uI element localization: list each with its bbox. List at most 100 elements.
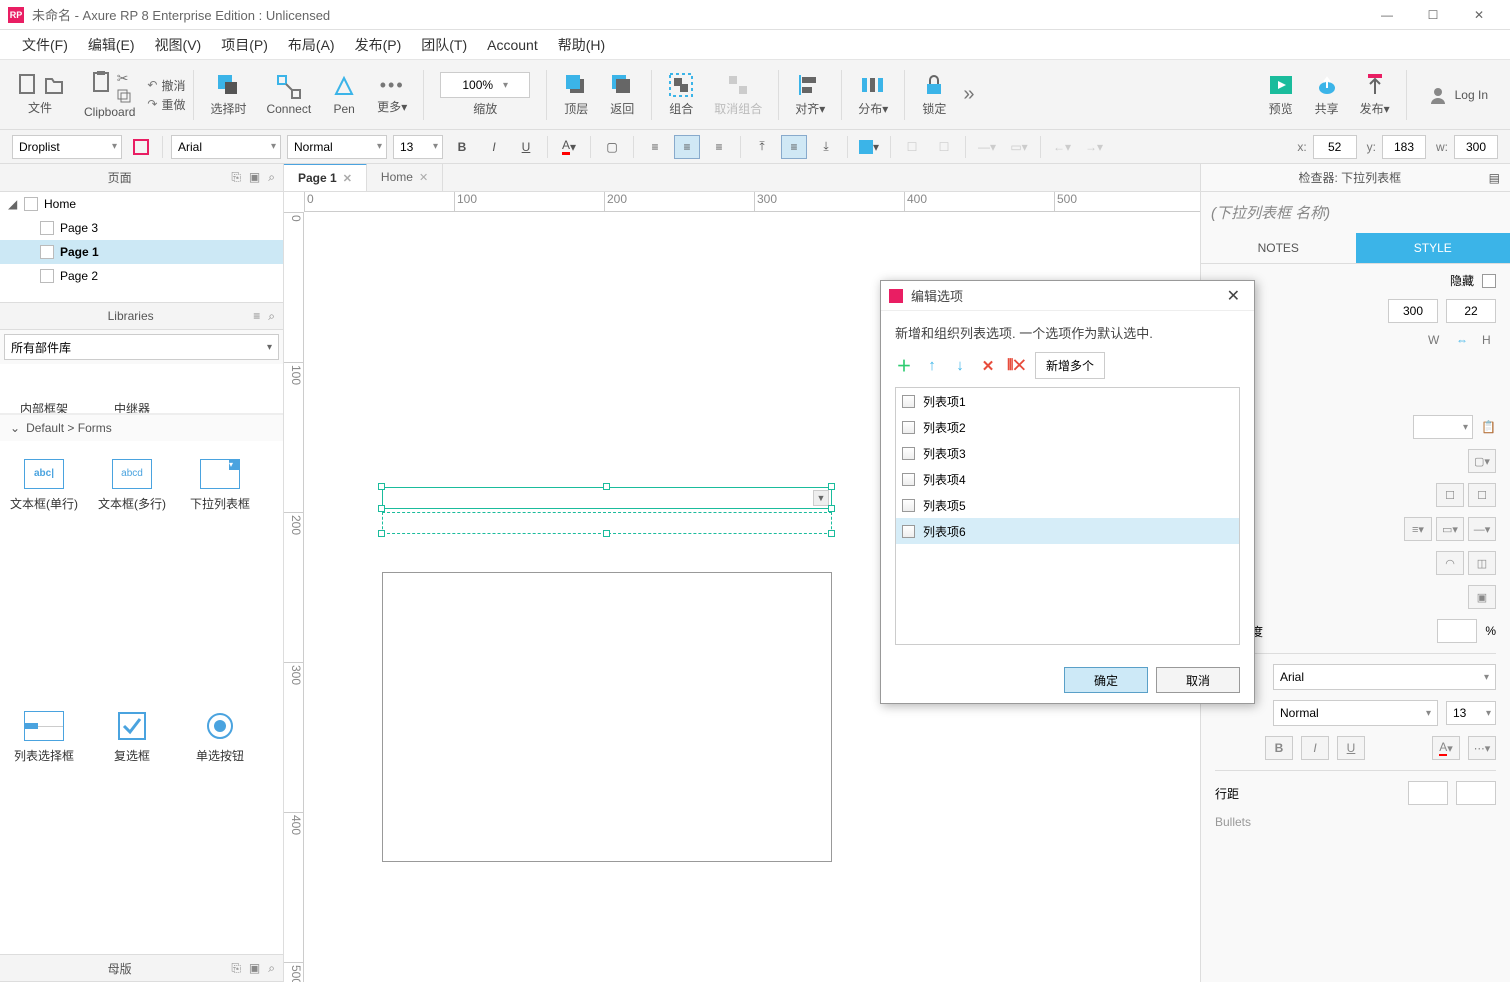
toolbar-share-button[interactable]: 共享: [1306, 64, 1348, 125]
inspector-tab-style[interactable]: STYLE: [1356, 233, 1510, 263]
list-item[interactable]: 列表项1: [896, 388, 1239, 414]
list-item[interactable]: 列表项6: [896, 518, 1239, 544]
padding-button[interactable]: ▣: [1468, 585, 1496, 609]
font-family-select[interactable]: Arial: [171, 135, 281, 159]
item-checkbox[interactable]: [902, 447, 915, 460]
libraries-search-icon[interactable]: ⌕: [268, 309, 275, 324]
menu-layout[interactable]: 布局(A): [278, 29, 345, 61]
add-master-folder-icon[interactable]: ▣: [249, 961, 260, 976]
add-page-icon[interactable]: ⎘: [231, 170, 241, 185]
add-item-button[interactable]: ＋: [895, 357, 913, 375]
align-right-button[interactable]: ≡: [706, 135, 732, 159]
toolbar-group-button[interactable]: 组合: [660, 64, 702, 125]
opacity-input[interactable]: [1437, 619, 1477, 643]
inspector-h-input[interactable]: [1446, 299, 1496, 323]
menu-project[interactable]: 项目(P): [211, 29, 278, 61]
libraries-menu-icon[interactable]: ≡: [253, 309, 260, 324]
toolbar-align-button[interactable]: 对齐▾: [787, 64, 833, 125]
clear-items-button[interactable]: ⦀✕: [1007, 357, 1025, 375]
shadow-in-button[interactable]: ☐: [1468, 483, 1496, 507]
fill-color-button[interactable]: ▾: [856, 135, 882, 159]
inspector-tab-notes[interactable]: NOTES: [1201, 233, 1356, 263]
toolbar-clipboard-group[interactable]: ✂ Clipboard: [76, 64, 143, 125]
list-item[interactable]: 列表项3: [896, 440, 1239, 466]
page-node-page3[interactable]: Page 3: [0, 216, 283, 240]
toolbar-file-group[interactable]: 文件: [8, 64, 72, 125]
toolbar-publish-button[interactable]: 发布▾: [1352, 64, 1398, 125]
menu-publish[interactable]: 发布(P): [345, 29, 412, 61]
page-node-page2[interactable]: Page 2: [0, 264, 283, 288]
shadow-out-button[interactable]: ☐: [1436, 483, 1464, 507]
login-button[interactable]: Log In: [1415, 78, 1502, 112]
bold-button[interactable]: B: [449, 135, 475, 159]
inspector-weight-select[interactable]: Normal: [1273, 700, 1438, 726]
lib-iframe-widget[interactable]: 内部框架: [0, 368, 88, 414]
toolbar-preview-button[interactable]: 预览: [1260, 64, 1302, 125]
toolbar-pen-button[interactable]: Pen: [323, 64, 365, 125]
dialog-cancel-button[interactable]: 取消: [1156, 667, 1240, 693]
toolbar-connect-button[interactable]: Connect: [258, 64, 319, 125]
valign-bottom-button[interactable]: ⤓: [813, 135, 839, 159]
menu-edit[interactable]: 编辑(E): [78, 29, 145, 61]
menu-file[interactable]: 文件(F): [12, 29, 78, 61]
dialog-ok-button[interactable]: 确定: [1064, 667, 1148, 693]
copy-style-icon[interactable]: 📋: [1481, 420, 1496, 434]
linespacing-input[interactable]: [1408, 781, 1448, 805]
text-color-button[interactable]: A ▾: [556, 135, 582, 159]
inspector-italic-button[interactable]: I: [1301, 736, 1329, 760]
line-style-button[interactable]: ―▾: [974, 135, 1000, 159]
fill-button[interactable]: ▢▾: [1468, 449, 1496, 473]
toolbar-front-button[interactable]: 顶层: [555, 64, 597, 125]
align-left-button[interactable]: ≡: [642, 135, 668, 159]
shape-style-button[interactable]: [128, 135, 154, 159]
tab-close-icon[interactable]: ✕: [343, 172, 352, 185]
redo-button[interactable]: ↷重做: [147, 96, 185, 113]
toolbar-select-button[interactable]: 选择时: [202, 64, 254, 125]
inspector-fontsize-select[interactable]: 13: [1446, 701, 1496, 725]
item-checkbox[interactable]: [902, 499, 915, 512]
rectangle-widget[interactable]: [382, 572, 832, 862]
item-checkbox[interactable]: [902, 421, 915, 434]
font-size-select[interactable]: 13: [393, 135, 443, 159]
search-masters-icon[interactable]: ⌕: [268, 961, 275, 976]
minimize-button[interactable]: ―: [1364, 0, 1410, 30]
widget-name-input[interactable]: (下拉列表框 名称): [1201, 192, 1510, 233]
hidden-checkbox[interactable]: [1482, 274, 1496, 288]
selected-droplist-widget[interactable]: ▼: [382, 487, 832, 509]
toolbar-more-button[interactable]: ••• 更多▾: [369, 64, 415, 125]
toolbar-zoom-group[interactable]: 100%▾ 缩放: [432, 64, 538, 125]
align-center-button[interactable]: ≡: [674, 135, 700, 159]
border-width-button[interactable]: ≡▾: [1404, 517, 1432, 541]
border-style-button[interactable]: ―▾: [1468, 517, 1496, 541]
widget-type-select[interactable]: Droplist: [12, 135, 122, 159]
inspector-text-more-button[interactable]: ⋯▾: [1468, 736, 1496, 760]
menu-account[interactable]: Account: [477, 31, 548, 59]
charspacing-input[interactable]: [1456, 781, 1496, 805]
dialog-close-button[interactable]: ✕: [1221, 286, 1246, 306]
border-color-button[interactable]: ▭▾: [1436, 517, 1464, 541]
undo-button[interactable]: ↶撤消: [147, 77, 185, 94]
underline-button[interactable]: U: [513, 135, 539, 159]
toolbar-distribute-button[interactable]: 分布▾: [850, 64, 896, 125]
coord-x-input[interactable]: [1313, 135, 1357, 159]
delete-item-button[interactable]: ✕: [979, 357, 997, 375]
arrow-end-button[interactable]: →▾: [1081, 135, 1107, 159]
item-checkbox[interactable]: [902, 395, 915, 408]
lib-droplist-widget[interactable]: ▾下拉列表框: [176, 445, 264, 525]
add-folder-icon[interactable]: ▣: [249, 170, 260, 185]
italic-button[interactable]: I: [481, 135, 507, 159]
corner-select-button[interactable]: ◫: [1468, 551, 1496, 575]
lib-textfield-widget[interactable]: abc|文本框(单行): [0, 445, 88, 525]
lock-aspect-icon[interactable]: ⇔: [1456, 333, 1468, 347]
lib-checkbox-widget[interactable]: 复选框: [88, 698, 176, 778]
inspector-bold-button[interactable]: B: [1265, 736, 1293, 760]
dialog-titlebar[interactable]: 编辑选项 ✕: [881, 281, 1254, 311]
lib-textarea-widget[interactable]: abcd文本框(多行): [88, 445, 176, 525]
style-preset-select[interactable]: [1413, 415, 1473, 439]
toolbar-ungroup-button[interactable]: 取消组合: [706, 64, 770, 125]
add-master-icon[interactable]: ⎘: [231, 961, 241, 976]
menu-team[interactable]: 团队(T): [411, 29, 477, 61]
inspector-text-color-button[interactable]: A▾: [1432, 736, 1460, 760]
inspector-underline-button[interactable]: U: [1337, 736, 1365, 760]
toolbar-back-button[interactable]: 返回: [601, 64, 643, 125]
